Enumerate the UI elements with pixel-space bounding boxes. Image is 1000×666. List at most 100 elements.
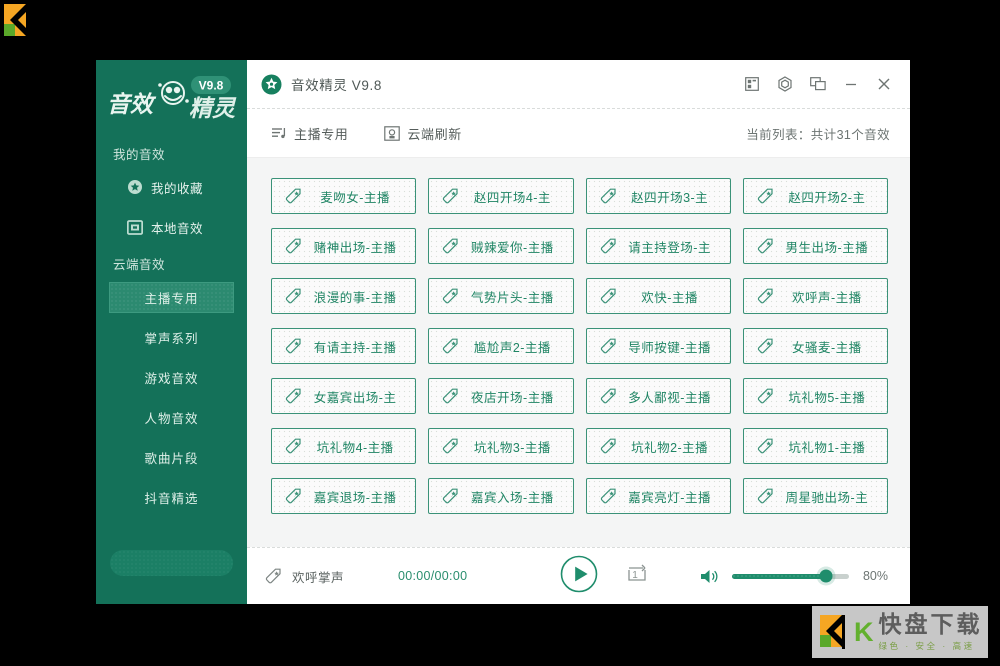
sound-effect-button[interactable]: 导师按键-主播 <box>585 328 731 364</box>
sound-effect-label: 坑礼物4-主播 <box>316 440 394 455</box>
search-box[interactable] <box>110 550 291 576</box>
sound-effect-label: 嘉宾退场-主播 <box>313 490 397 505</box>
sidebar-item-favorites[interactable]: 我的收藏 <box>96 172 247 202</box>
app-window: 音效 精灵 V9.8 我的音效 我的收藏 本地音效 云端音效 主播专用 掌声系列… <box>96 60 910 604</box>
sidebar-item-song-clips[interactable]: 歌曲片段 <box>109 442 234 473</box>
brand-part1: 音效 <box>107 91 157 117</box>
sound-effect-button[interactable]: 嘉宾入场-主播 <box>428 478 574 514</box>
sound-effect-button[interactable]: 女骚麦-主播 <box>742 328 888 364</box>
sound-effect-button[interactable]: 麦吻女-主播 <box>271 178 417 214</box>
watermark-kuai: K <box>854 616 875 647</box>
sidebar-item-character-sounds[interactable]: 人物音效 <box>109 402 234 433</box>
sound-tag-icon <box>757 488 775 504</box>
sidebar-item-game-sounds[interactable]: 游戏音效 <box>109 362 234 393</box>
volume-icon[interactable] <box>700 568 720 585</box>
watermark-subtitle: 绿色 · 安全 · 高速 <box>878 640 975 651</box>
sound-tag-icon <box>442 438 460 454</box>
sound-effect-button[interactable]: 嘉宾退场-主播 <box>271 478 417 514</box>
sound-effect-label: 贼辣爱你-主播 <box>471 240 554 255</box>
brand-part2: 精灵 <box>189 95 237 121</box>
sidebar-item-applause-series[interactable]: 掌声系列 <box>109 322 234 353</box>
sound-effect-label: 赵四开场2-主 <box>788 190 866 205</box>
sound-tag-icon <box>600 388 618 404</box>
volume-knob[interactable] <box>819 569 833 583</box>
cloud-refresh-button[interactable]: 云端刷新 <box>384 124 461 143</box>
sound-tag-icon <box>442 238 460 254</box>
sound-effect-button[interactable]: 坑礼物5-主播 <box>742 378 888 414</box>
sound-effect-button[interactable]: 赵四开场4-主 <box>428 178 574 214</box>
sound-effect-button[interactable]: 赵四开场3-主 <box>585 178 731 214</box>
sound-effect-button[interactable]: 欢呼声-主播 <box>742 278 888 314</box>
app-logo-icon <box>261 74 282 95</box>
sound-effect-button[interactable]: 夜店开场-主播 <box>428 378 574 414</box>
sound-effect-button[interactable]: 坑礼物4-主播 <box>271 428 417 464</box>
repeat-one-button[interactable]: 1 <box>625 562 649 591</box>
hexagon-settings-icon[interactable] <box>768 68 801 101</box>
sound-effect-label: 夜店开场-主播 <box>471 390 554 405</box>
sound-effect-button[interactable]: 请主持登场-主 <box>585 228 731 264</box>
sound-effect-button[interactable]: 坑礼物1-主播 <box>742 428 888 464</box>
sound-effect-label: 女嘉宾出场-主 <box>313 390 397 405</box>
play-button[interactable] <box>560 555 598 598</box>
repeat-one-label: 1 <box>632 570 638 581</box>
sound-effect-button[interactable]: 嘉宾亮灯-主播 <box>585 478 731 514</box>
sound-tag-icon <box>442 288 460 304</box>
sound-effect-button[interactable]: 多人鄙视-主播 <box>585 378 731 414</box>
sound-effect-label: 周星驰出场-主 <box>785 490 869 505</box>
sound-effect-button[interactable]: 赌神出场-主播 <box>271 228 417 264</box>
sound-effect-label: 赵四开场4-主 <box>473 190 551 205</box>
sound-tag-icon <box>757 438 775 454</box>
sound-effect-button[interactable]: 周星驰出场-主 <box>742 478 888 514</box>
sidebar-item-label: 我的收藏 <box>151 181 204 196</box>
volume-slider[interactable] <box>731 569 849 583</box>
sound-effect-label: 导师按键-主播 <box>628 340 711 355</box>
sidebar-category-label: 抖音精选 <box>144 492 199 506</box>
player-bar: 欢呼掌声 00:00/00:00 1 80% <box>247 547 910 604</box>
sound-effect-button[interactable]: 尴尬声2-主播 <box>428 328 574 364</box>
cloud-refresh-label: 云端刷新 <box>407 126 462 142</box>
titlebar: 音效精灵 V9.8 <box>247 60 910 109</box>
sound-effect-button[interactable]: 气势片头-主播 <box>428 278 574 314</box>
sound-effect-label: 坑礼物5-主播 <box>788 390 866 405</box>
app-title: 音效精灵 V9.8 <box>291 78 382 93</box>
sound-effect-button[interactable]: 有请主持-主播 <box>271 328 417 364</box>
sidebar-group-my-sounds: 我的音效 <box>113 148 166 162</box>
sound-grid: 麦吻女-主播 赵四开场4-主 赵四开场3-主 赵四开场2-主赌神出场-主播 贼辣爱你-主… <box>271 178 888 514</box>
anchor-exclusive-button[interactable]: 主播专用 <box>271 124 348 143</box>
sound-effect-button[interactable]: 欢快-主播 <box>585 278 731 314</box>
sound-effect-button[interactable]: 贼辣爱你-主播 <box>428 228 574 264</box>
brand-logo: 音效 精灵 V9.8 <box>96 60 247 132</box>
sound-effect-label: 坑礼物3-主播 <box>473 440 551 455</box>
volume-control[interactable]: 80% <box>700 568 888 585</box>
close-icon[interactable] <box>867 68 900 101</box>
sound-effect-label: 女骚麦-主播 <box>792 340 862 355</box>
sound-effect-button[interactable]: 赵四开场2-主 <box>742 178 888 214</box>
sound-effect-button[interactable]: 男生出场-主播 <box>742 228 888 264</box>
sound-effect-button[interactable]: 坑礼物3-主播 <box>428 428 574 464</box>
sound-effect-label: 欢呼声-主播 <box>792 290 862 305</box>
sound-tag-icon <box>600 488 618 504</box>
k-logo-icon <box>4 4 34 38</box>
restore-window-icon[interactable] <box>801 68 834 101</box>
sound-effect-button[interactable]: 浪漫的事-主播 <box>271 278 417 314</box>
layout-grid-icon[interactable] <box>735 68 768 101</box>
sound-effect-label: 赌神出场-主播 <box>313 240 397 255</box>
sound-effect-button[interactable]: 坑礼物2-主播 <box>585 428 731 464</box>
sound-effect-label: 嘉宾入场-主播 <box>471 490 554 505</box>
watermark-title: 快盘下载 <box>878 610 983 637</box>
sidebar-item-local-sounds[interactable]: 本地音效 <box>96 212 247 242</box>
sound-effect-label: 尴尬声2-主播 <box>473 340 551 355</box>
watermark: K 快盘下载 绿色 · 安全 · 高速 <box>812 606 988 658</box>
k-logo-icon <box>820 615 845 649</box>
sidebar-category-label: 主播专用 <box>144 292 199 306</box>
sound-effect-label: 请主持登场-主 <box>628 240 711 255</box>
sidebar-item-douyin-picks[interactable]: 抖音精选 <box>109 482 234 513</box>
cloud-refresh-icon <box>384 125 401 141</box>
sound-effect-button[interactable]: 女嘉宾出场-主 <box>271 378 417 414</box>
sidebar-item-anchor-exclusive[interactable]: 主播专用 <box>109 282 234 313</box>
sound-tag-icon <box>285 188 303 204</box>
sound-effect-label: 坑礼物2-主播 <box>631 440 709 455</box>
minimize-icon[interactable] <box>834 68 867 101</box>
sound-effect-label: 欢快-主播 <box>641 290 698 305</box>
sound-tag-icon <box>757 188 775 204</box>
